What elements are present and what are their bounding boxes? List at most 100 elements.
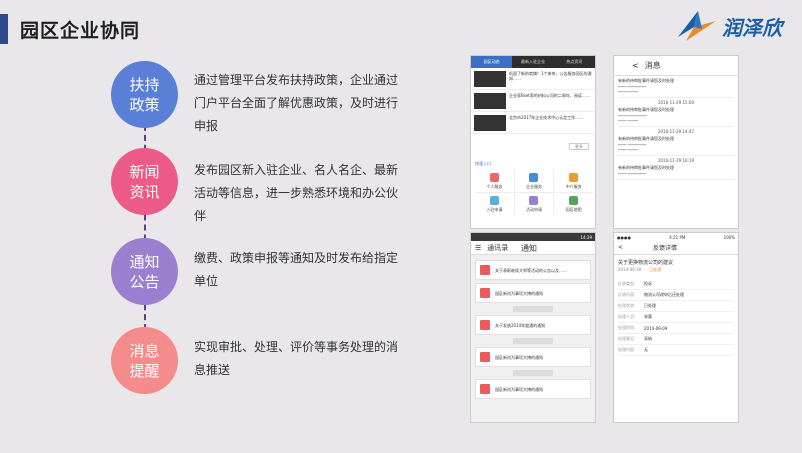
row-value: 已处理 — [644, 303, 656, 308]
message-date: 2016-11-29 16:19 — [657, 158, 695, 163]
megaphone-icon — [480, 288, 490, 298]
timeline-line — [144, 95, 146, 360]
grid-label: 活动申请 — [525, 206, 542, 212]
message-title: 有新的待审批事件请您及时处理 — [618, 78, 674, 83]
person-icon — [489, 172, 499, 182]
screen-title: 反馈详情 — [653, 245, 678, 252]
news-item[interactable]: 北京市2017年企业技术中心认定工作…… — [471, 112, 595, 134]
document-icon — [489, 195, 499, 205]
feature-desc: 缴费、政策申报等通知及时发布给指定单位 — [194, 251, 399, 288]
detail-row: 反馈内容: 物流公司改申后还处理 — [618, 290, 734, 301]
message-title: 有新的待审批事件请您及时处理 — [618, 136, 674, 141]
feedback-date: 2014-09-30 — [618, 267, 642, 272]
screen-title: 消息 — [644, 61, 661, 70]
detail-row: 反馈类型: 投诉 — [618, 279, 734, 290]
date-divider — [513, 370, 553, 376]
header: < 消息 — [614, 56, 738, 76]
megaphone-icon — [480, 320, 490, 330]
message-item[interactable]: 有新的待审批事件请您及时处理 ━━━━ ━━━━━━━━━ — [618, 165, 734, 180]
date-divider — [513, 306, 553, 312]
news-title: 企业家Bset家的材料公司的二周年，阅读…… — [509, 93, 590, 98]
menu-icon[interactable]: ☰ — [475, 244, 481, 252]
feedback-meta: 2014-09-30 已处理 — [618, 267, 734, 273]
message-item[interactable]: 有新的待审批事件请您及时处理 ━━━━ ━━━━━━━━━ ━━━━ ━━━━━ — [618, 78, 734, 98]
notice-item[interactable]: 园区新尚为事项大博的通知 — [475, 347, 591, 367]
feature-title: 新闻 资讯 — [129, 162, 160, 201]
screen-portal-home: 园区动态 最新入驻企业 热点资讯 巩固了新的商铺！1个来申，公告服务园区的通知…… — [470, 55, 596, 229]
status-bar: 14:39 — [471, 233, 595, 241]
news-thumbnail — [474, 71, 506, 87]
message-item[interactable]: 有新的待审批事件请您及时处理 ━━━━ ━━━━━━━━━ ━━━━ ━━━━━ — [618, 107, 734, 127]
notice-title: 关于表彰继续大师等活动的公告以及…… — [495, 267, 567, 273]
contacts-label[interactable]: 通讯录 — [487, 243, 508, 253]
news-item[interactable]: 巩固了新的商铺！1个来申，公告服务园区的通知…… — [471, 68, 595, 90]
detail-row: 处理意见: 采纳 — [618, 334, 734, 345]
message-item[interactable]: 有新的待审批事件请您及时处理 ━━━━ ━━━━━━━━━ ━━━━ ━━━━━ — [618, 136, 734, 156]
notice-title: 园区新尚为事项大博的通知 — [495, 386, 543, 392]
message-date: 2016-11-29 15:00 — [657, 100, 695, 105]
megaphone-icon — [480, 352, 490, 362]
row-key: 处理时间: — [618, 325, 636, 330]
feature-title: 消息 提醒 — [129, 341, 160, 380]
grid-label: 中介服务 — [565, 183, 582, 189]
row-value: 无 — [644, 347, 648, 352]
detail-row: 处理状态: 已处理 — [618, 301, 734, 312]
grid-item-apply[interactable]: 入驻申请 — [475, 193, 514, 215]
feature-desc: 通过管理平台发布扶持政策，企业通过门户平台全面了解优惠政策，及时进行申报 — [194, 73, 399, 133]
news-thumbnail — [474, 93, 506, 109]
feature-circle-news: 新闻 资讯 — [111, 148, 178, 215]
grid-label: 园区地图 — [565, 206, 582, 212]
grid-label: 企业服务 — [525, 183, 542, 189]
message-detail: ━━━━ ━━━━━ — [618, 148, 639, 152]
status-time: 4:21 PM — [669, 234, 686, 240]
screen-notices: 14:39 ☰ 通讯录 通知 关于表彰继续大师等活动的公告以及…… 园区新尚为事… — [470, 232, 596, 423]
grid-label: 个人服务 — [486, 183, 503, 189]
status-time: 14:39 — [580, 234, 592, 240]
message-title: 有新的待审批事件请您及时处理 — [618, 165, 674, 170]
header: ☰ 通讯录 通知 — [471, 241, 595, 255]
screen-feedback-detail: ●●●● 4:21 PM 100% < 反馈详情 关于更换物流公司的建议 201… — [613, 232, 739, 423]
screen-messages: < 消息 有新的待审批事件请您及时处理 ━━━━ ━━━━━━━━━ ━━━━ … — [613, 55, 739, 229]
quick-entry-grid: 个人服务 企业服务 中介服务 入驻申请 活动申请 园区地图 — [475, 170, 593, 215]
title-accent — [0, 14, 8, 44]
back-icon[interactable]: < — [618, 244, 623, 251]
notice-item[interactable]: 关于发放2014年度通的通知 — [475, 315, 591, 335]
news-title: 北京市2017年企业技术中心认定工作…… — [509, 115, 584, 120]
tab-hot-news[interactable]: 热点资讯 — [554, 56, 595, 68]
grid-item-activity[interactable]: 活动申请 — [514, 193, 554, 215]
grid-item-enterprise[interactable]: 企业服务 — [514, 170, 554, 192]
building-icon — [529, 172, 539, 182]
notice-item[interactable]: 关于表彰继续大师等活动的公告以及…… — [475, 260, 591, 280]
notice-item[interactable]: 园区新尚为事项大博的通知 — [475, 379, 591, 399]
date-divider — [513, 338, 553, 344]
grid-label: 入驻申请 — [486, 206, 503, 212]
notice-list: 关于表彰继续大师等活动的公告以及…… 园区新尚为事项大博的通知 关于发放2014… — [471, 255, 595, 422]
message-title: 有新的待审批事件请您及时处理 — [618, 107, 674, 112]
notice-title: 园区新尚为事项大博的通知 — [495, 290, 543, 296]
row-value: 宋惠 — [644, 314, 652, 319]
grid-item-map[interactable]: 园区地图 — [554, 193, 593, 215]
section-label: 快速入口 — [475, 161, 491, 166]
feedback-title: 关于更换物流公司的建议 — [618, 260, 674, 266]
tab-new-companies[interactable]: 最新入驻企业 — [512, 56, 553, 68]
tab-park-news[interactable]: 园区动态 — [471, 56, 513, 68]
news-thumbnail — [474, 115, 506, 131]
tab-bar: 园区动态 最新入驻企业 热点资讯 — [471, 56, 595, 68]
message-detail: ━━━━ ━━━━━ — [618, 119, 639, 123]
message-date: 2016-11-29 14:47 — [657, 129, 695, 134]
feature-title: 扶持 政策 — [129, 75, 160, 114]
news-item[interactable]: 企业家Bset家的材料公司的二周年，阅读…… — [471, 90, 595, 112]
activity-icon — [529, 195, 539, 205]
notice-item[interactable]: 园区新尚为事项大博的通知 — [475, 283, 591, 303]
more-button[interactable]: 更多 — [569, 143, 589, 150]
back-icon[interactable]: < — [632, 61, 639, 70]
row-key: 处理意见: — [618, 336, 636, 341]
page-title: 园区企业协同 — [20, 19, 141, 42]
notice-title: 园区新尚为事项大博的通知 — [495, 354, 543, 360]
grid-item-personal[interactable]: 个人服务 — [475, 170, 514, 192]
logo-text: 润泽欣 — [722, 15, 782, 40]
row-key: 处理状态: — [618, 303, 636, 308]
news-title: 巩固了新的商铺！1个来申，公告服务园区的通知…… — [509, 71, 592, 81]
message-detail: ━━━━ ━━━━━━━━━ — [618, 172, 647, 176]
grid-item-agency[interactable]: 中介服务 — [554, 170, 593, 192]
